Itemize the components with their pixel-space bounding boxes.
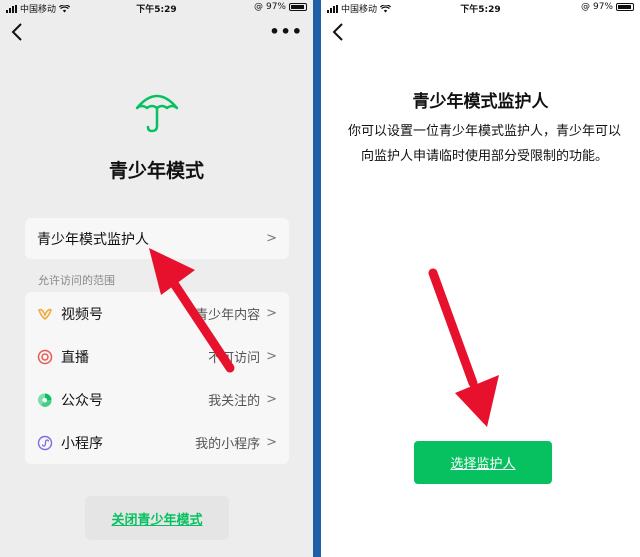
item-value: 不可访问: [208, 351, 261, 366]
item-label: 公众号: [61, 392, 103, 409]
list-item-channels[interactable]: 视频号 青少年内容 >: [25, 292, 289, 335]
chevron-right-icon: >: [266, 435, 277, 450]
more-options-icon[interactable]: •••: [269, 22, 303, 41]
mini-program-icon: [37, 435, 53, 450]
status-bar: 中国移动 下午5:29 @ 97%: [0, 0, 313, 16]
chevron-right-icon: >: [266, 306, 277, 321]
guardian-row[interactable]: 青少年模式监护人 >: [25, 218, 289, 259]
item-label: 直播: [61, 349, 89, 366]
status-bar: 中国移动 下午5:29 @ 97%: [321, 0, 640, 16]
back-arrow-icon[interactable]: [331, 22, 345, 42]
chevron-right-icon: >: [266, 231, 277, 246]
annotation-arrow-icon: [428, 268, 499, 427]
chevron-right-icon: >: [266, 349, 277, 364]
orientation-lock-icon: @: [580, 2, 590, 12]
back-arrow-icon[interactable]: [10, 22, 24, 42]
section-label: 允许访问的范围: [38, 274, 115, 287]
choose-guardian-button[interactable]: 选择监护人: [414, 441, 552, 484]
page-title: 青少年模式监护人: [412, 92, 549, 112]
list-item-mini-programs[interactable]: 小程序 我的小程序 >: [25, 421, 289, 464]
battery-icon: [289, 3, 307, 11]
right-screen: 中国移动 下午5:29 @ 97% 青少年模式监护人 你可以设置一位青少年模式监…: [321, 0, 640, 557]
guardian-label: 青少年模式监护人: [37, 231, 149, 248]
item-label: 视频号: [61, 306, 103, 323]
close-youth-mode-button[interactable]: 关闭青少年模式: [85, 496, 229, 540]
description-text: 你可以设置一位青少年模式监护人，青少年可以向监护人申请临时使用部分受限制的功能。: [347, 124, 621, 164]
battery-icon: [616, 3, 634, 11]
access-list: 视频号 青少年内容 > 直播 不可访问 > 公众号 我关注的 > 小程序 我的小…: [25, 292, 289, 464]
battery-percent: 97%: [265, 2, 286, 12]
battery-percent: 97%: [592, 2, 613, 12]
umbrella-icon: [135, 94, 179, 133]
chevron-right-icon: >: [266, 392, 277, 407]
list-item-official-accounts[interactable]: 公众号 我关注的 >: [25, 378, 289, 421]
item-value: 我的小程序: [195, 437, 261, 452]
item-value: 青少年内容: [195, 308, 261, 323]
item-value: 我关注的: [208, 394, 261, 409]
orientation-lock-icon: @: [253, 2, 263, 12]
channels-icon: [38, 308, 52, 320]
official-account-icon: [37, 392, 52, 407]
list-item-live[interactable]: 直播 不可访问 >: [25, 335, 289, 378]
item-label: 小程序: [61, 435, 103, 452]
live-icon: [37, 349, 53, 364]
page-title: 青少年模式: [108, 160, 204, 182]
left-screen: 中国移动 下午5:29 @ 97% ••• 青少年模式 青少年模式监护人 > 允…: [0, 0, 313, 557]
